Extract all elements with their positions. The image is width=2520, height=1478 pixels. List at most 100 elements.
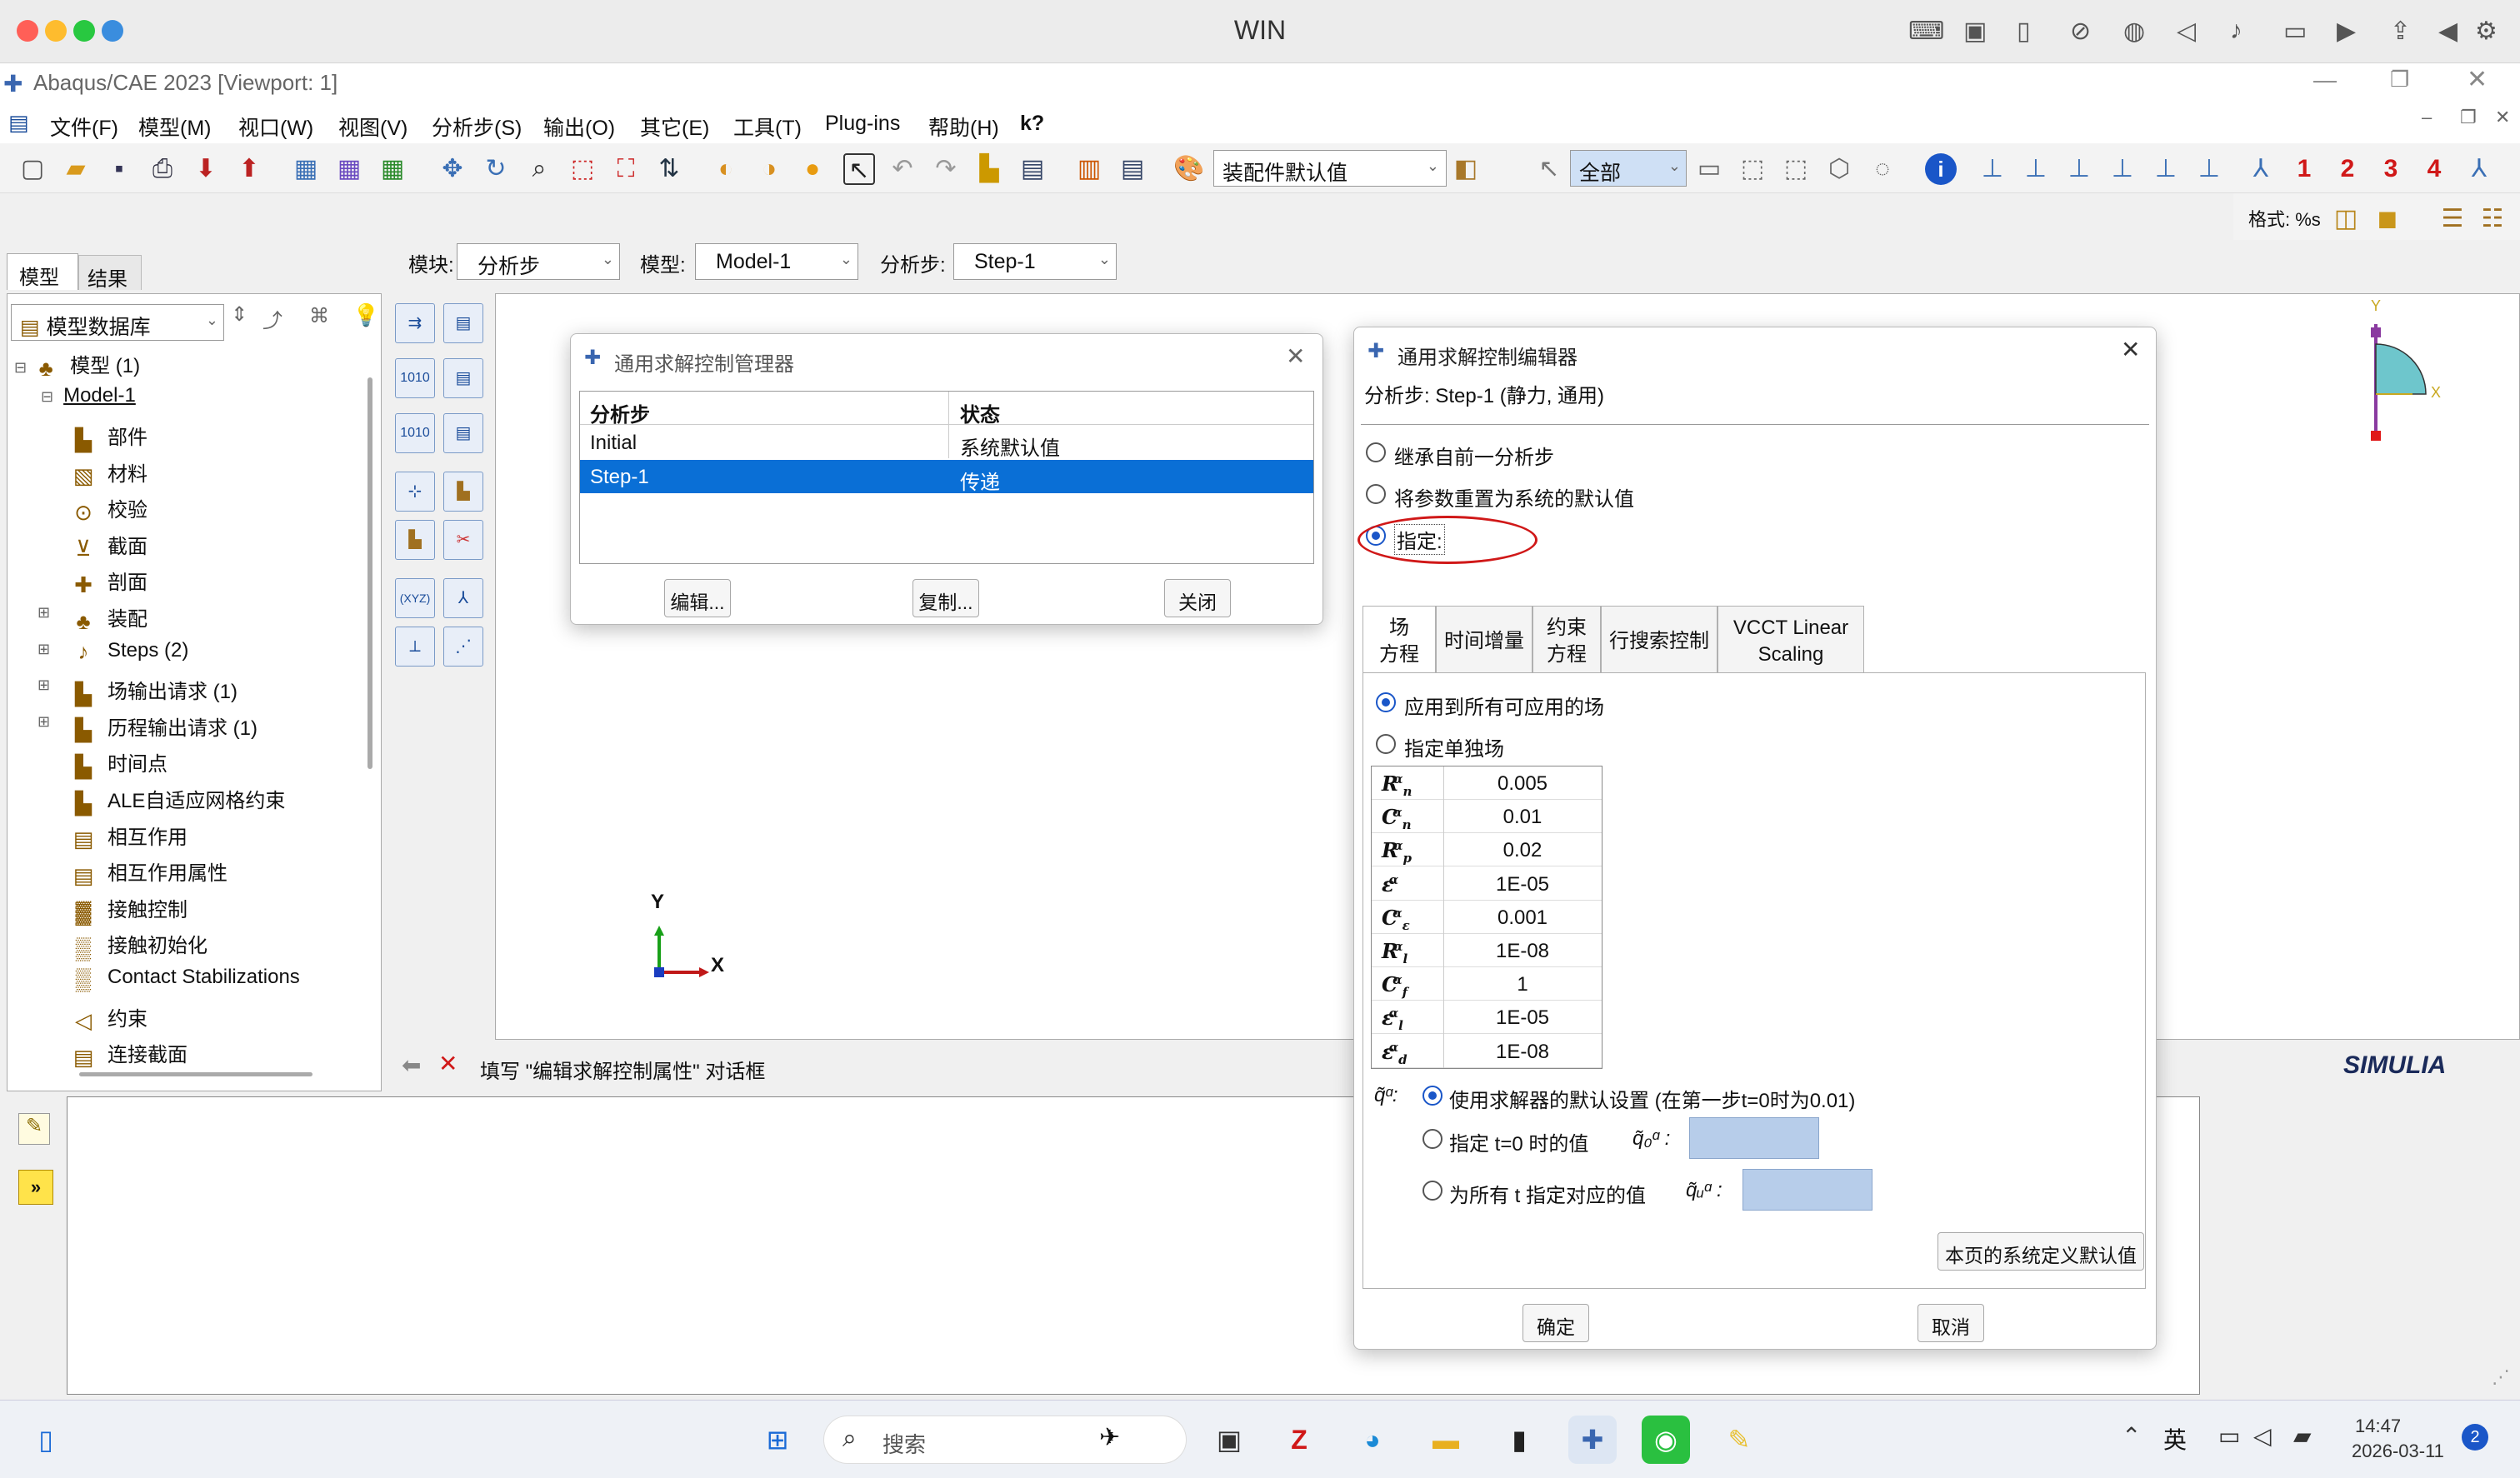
open-icon[interactable]: ▰ (60, 153, 92, 185)
box-zoom-icon[interactable]: ⬚ (567, 153, 598, 185)
note-app-icon[interactable]: ✎ (1715, 1416, 1763, 1464)
inherit-radio[interactable] (1366, 442, 1386, 462)
view-xz-icon[interactable]: ⊥ (2150, 153, 2182, 185)
terminal-icon[interactable]: ▮ (1495, 1416, 1543, 1464)
notification-badge[interactable]: 2 (2462, 1424, 2488, 1451)
menu-viewport[interactable]: 视口(W) (238, 112, 313, 142)
tree-item[interactable]: ▓ 接触控制 (71, 893, 188, 925)
tree-item[interactable]: ⊞ ♣ 装配 (38, 602, 148, 634)
share-icon[interactable]: ⇪ (2390, 17, 2411, 46)
globe-icon[interactable]: ◍ (2123, 17, 2145, 46)
edge-icon[interactable]: ◕ (1348, 1416, 1397, 1464)
fit-icon[interactable]: ⛶ (610, 153, 642, 185)
tree-item[interactable]: ▙ 部件 (71, 421, 148, 452)
tray-chevron-icon[interactable]: ⌃ (2122, 1422, 2141, 1450)
q-t0-input[interactable] (1689, 1117, 1819, 1159)
menu-step[interactable]: 分析步(S) (432, 112, 522, 142)
battery-icon[interactable]: ▰ (2293, 1422, 2312, 1450)
list-icon[interactable]: ▤ (1117, 153, 1148, 185)
back-arrow-icon[interactable]: ⬅ (402, 1051, 421, 1079)
view-1-button[interactable]: 1 (2288, 153, 2320, 185)
selection-filter-combo[interactable]: 全部 ⌄ (1570, 150, 1687, 187)
xyz-tool[interactable]: (XYZ) (395, 578, 435, 618)
table-row[interactable]: Initial 系统默认值 (580, 427, 1313, 460)
select-box-icon[interactable]: ⬚ (1737, 153, 1768, 185)
tree-item[interactable]: ▧ 材料 (71, 457, 148, 489)
table-row-selected[interactable]: Step-1 传递 (580, 460, 1313, 494)
param-row[interactable]: εα 1E-05 (1372, 867, 1602, 901)
palette-icon[interactable]: 🎨 (1173, 153, 1205, 185)
solid-cube-icon[interactable]: ◼ (2372, 203, 2403, 235)
pan-icon[interactable]: ✥ (437, 153, 468, 185)
app-menu-icon[interactable]: ▤ (8, 110, 29, 136)
undo-icon[interactable]: ↶ (887, 153, 918, 185)
view-yz-icon[interactable]: ⊥ (2063, 153, 2095, 185)
tree-item[interactable]: ▤ 连接截面 (71, 1038, 188, 1070)
close-button[interactable]: 关闭 (1164, 579, 1231, 617)
ime-indicator[interactable]: 英 (2163, 1422, 2187, 1456)
view-yx-icon[interactable]: ⊥ (1977, 153, 2008, 185)
cube-icon[interactable]: ◧ (1450, 153, 1482, 185)
module-combo[interactable]: 分析步 ⌄ (457, 243, 620, 280)
save-icon[interactable]: ▪ (103, 153, 135, 185)
gear-icon[interactable]: ⚙ (2475, 17, 2498, 46)
mdi-minimize-icon[interactable]: – (2422, 107, 2432, 128)
view-iso-icon[interactable]: ⅄ (2245, 153, 2277, 185)
param-value[interactable]: 1E-08 (1443, 1041, 1602, 1064)
param-row[interactable]: Cαn 0.01 (1372, 800, 1602, 834)
view-zx-icon[interactable]: ⊥ (2193, 153, 2225, 185)
query-icon[interactable]: ▙ (973, 153, 1005, 185)
select-cursor-icon[interactable]: ↖ (1533, 153, 1565, 185)
sort-icon[interactable]: ⇕ (231, 302, 248, 327)
clock-date[interactable]: 2026-03-11 (2352, 1441, 2444, 1462)
microphone-icon[interactable]: ♪ (2230, 17, 2242, 45)
menu-other[interactable]: 其它(E) (640, 112, 709, 142)
tree-item[interactable]: ◁ 约束 (71, 1002, 148, 1034)
param-row[interactable]: Rαn 0.005 (1372, 766, 1602, 800)
editor-close-icon[interactable]: ✕ (2121, 336, 2140, 363)
view-xy-icon[interactable]: ⊥ (2020, 153, 2052, 185)
view-2-button[interactable]: 2 (2332, 153, 2363, 185)
display-group-icon[interactable]: ▥ (1073, 153, 1105, 185)
tree-scrollbar[interactable] (368, 377, 372, 769)
tree-item[interactable]: ▙ ALE自适应网格约束 (71, 784, 285, 816)
model-database-combo[interactable]: ▤ 模型数据库 ⌄ (11, 304, 224, 341)
field-output-tool[interactable]: 1010 (395, 358, 435, 398)
taskbar-search[interactable]: ⌕ 搜索 ✈ (823, 1416, 1187, 1464)
tree-item[interactable]: ✚ 剖面 (71, 566, 148, 597)
tree-model[interactable]: ⊟ Model-1 (41, 384, 136, 407)
menu-output[interactable]: 输出(O) (543, 112, 615, 142)
view-box-icon[interactable]: ▦ (290, 153, 322, 185)
face-cube-icon[interactable]: ◫ (2330, 203, 2362, 235)
param-value[interactable]: 0.005 (1443, 772, 1602, 796)
up-level-icon[interactable]: ⤴ (262, 304, 282, 333)
menu-tools[interactable]: 工具(T) (733, 112, 802, 142)
datum-csys-tool[interactable]: ⅄ (443, 578, 483, 618)
param-row[interactable]: Rαp 0.02 (1372, 833, 1602, 867)
network-off-icon[interactable]: ⊘ (2070, 17, 2091, 46)
cancel-procedure-icon[interactable]: ✕ (438, 1050, 458, 1077)
tab-field-equations[interactable]: 场 方程 (1362, 606, 1436, 674)
close-icon[interactable]: ✕ (2467, 65, 2488, 94)
tab-constraint-equations[interactable]: 约束 方程 (1532, 606, 1601, 672)
tree-item[interactable]: ⊻ 截面 (71, 530, 148, 562)
ladder2-icon[interactable]: ☷ (2477, 203, 2508, 235)
restore-icon[interactable]: ❐ (2390, 67, 2409, 92)
cancel-button[interactable]: 取消 (1918, 1304, 1984, 1342)
param-row[interactable]: εαd 1E-08 (1372, 1035, 1602, 1068)
apply-single-radio[interactable] (1376, 734, 1396, 754)
apply-all-radio[interactable] (1376, 692, 1396, 712)
resize-grip-icon[interactable]: ⋰ (2492, 1366, 2510, 1388)
view-triad-icon[interactable]: ⅄ (2463, 153, 2495, 185)
context-help-button[interactable]: k? (1020, 112, 1044, 136)
expand-icon[interactable]: ⊞ (38, 641, 50, 658)
tree-item[interactable]: ⊙ 校验 (71, 493, 148, 525)
expand-icon[interactable]: ⊞ (38, 677, 50, 694)
winzip-icon[interactable]: Z (1275, 1416, 1323, 1464)
import-icon[interactable]: ⬇ (190, 153, 222, 185)
menu-help[interactable]: 帮助(H) (928, 112, 999, 142)
select-box2-icon[interactable]: ⬚ (1780, 153, 1812, 185)
param-value[interactable]: 1E-05 (1443, 873, 1602, 896)
cpu-icon[interactable]: ▣ (1963, 17, 1987, 46)
param-value[interactable]: 1E-08 (1443, 940, 1602, 963)
